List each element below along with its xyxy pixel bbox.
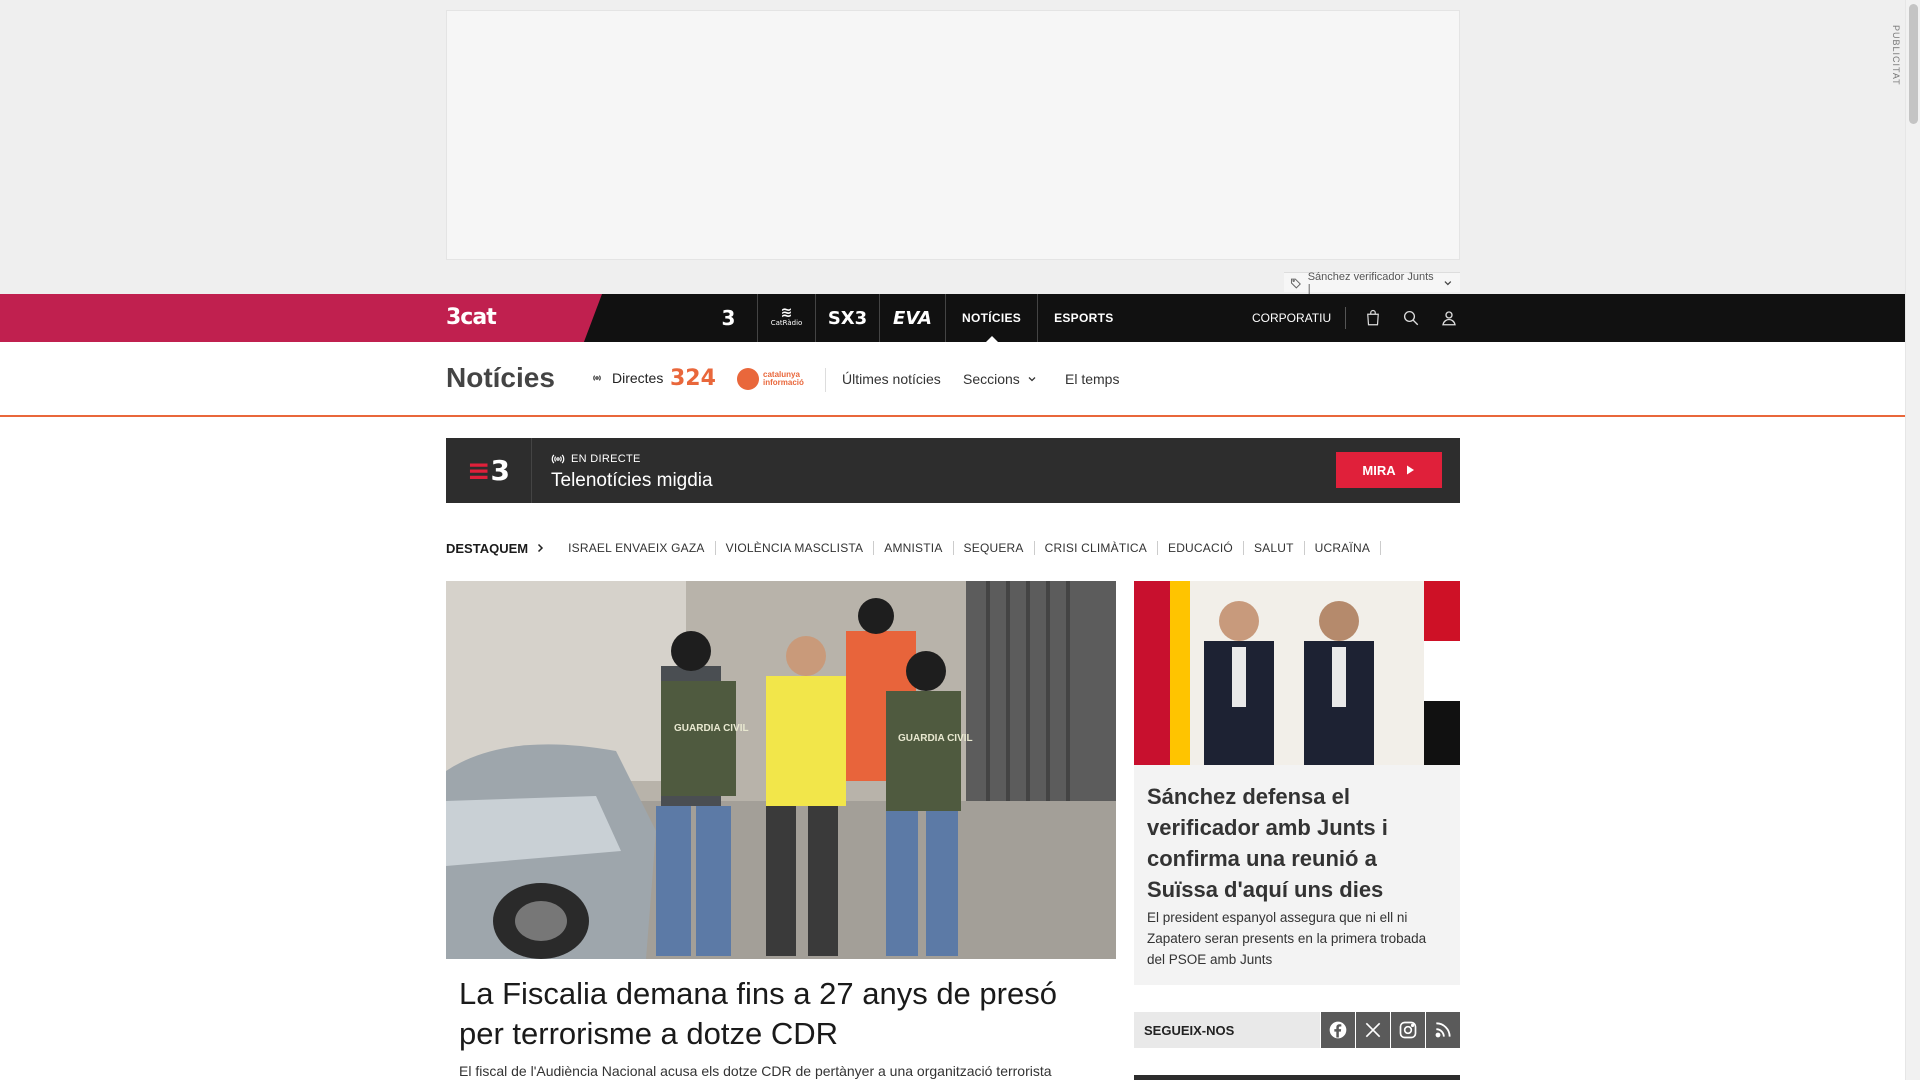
channel-eva-logo[interactable]: EVA bbox=[880, 294, 946, 342]
channel-sx3-logo[interactable]: SX3 bbox=[816, 294, 880, 342]
shopping-bag-icon bbox=[1367, 309, 1380, 326]
side-article-image[interactable] bbox=[1134, 581, 1460, 765]
live-broadcast-bar[interactable]: ≡ 3 EN DIRECTE Telenotícies migdia MIRA bbox=[446, 438, 1460, 503]
highlight-topic[interactable]: AMNISTIA bbox=[874, 541, 954, 555]
catradio-mark-icon: ≋ bbox=[780, 305, 793, 321]
weather-link[interactable]: El temps bbox=[1065, 371, 1119, 387]
arrest-photo: GUARDIA CIVIL GUARDIA CIVIL bbox=[446, 581, 1116, 959]
channel-3-mark-icon: ≡ bbox=[467, 454, 491, 487]
tag-icon bbox=[1290, 278, 1301, 289]
ad-zone: PUBLICITAT Sánchez verificador Junts | bbox=[0, 0, 1905, 295]
facebook-icon bbox=[1329, 1021, 1347, 1039]
highlight-topic[interactable]: CRISI CLIMÀTICA bbox=[1035, 541, 1158, 555]
ad-label: PUBLICITAT bbox=[1891, 25, 1901, 86]
next-section-strip bbox=[1134, 1075, 1460, 1080]
top-navigation: 3cat 3 ≋ CatRàdio SX3 EVA NOTÍCIES ESPOR… bbox=[0, 294, 1905, 342]
user-icon bbox=[1442, 311, 1456, 326]
search-button[interactable] bbox=[1392, 294, 1430, 342]
topic-tag-dropdown[interactable]: Sánchez verificador Junts | bbox=[1284, 270, 1460, 295]
topic-tag-label: Sánchez verificador Junts | bbox=[1307, 270, 1434, 295]
logo-324-text: 324 bbox=[670, 366, 716, 391]
divider bbox=[825, 368, 826, 392]
highlight-topic[interactable]: VIOLÈNCIA MASCLISTA bbox=[716, 541, 875, 555]
channel-catradio-logo[interactable]: ≋ CatRàdio bbox=[758, 294, 816, 342]
chevron-down-icon bbox=[1444, 280, 1452, 285]
x-icon bbox=[1365, 1022, 1381, 1038]
live-program-title[interactable]: Telenotícies migdia bbox=[551, 470, 713, 492]
highlights-lead[interactable]: DESTAQUEM bbox=[446, 541, 546, 556]
side-article-headline[interactable]: Sánchez defensa el verificador amb Junts… bbox=[1147, 781, 1447, 905]
photo-vest-text: GUARDIA CIVIL bbox=[674, 723, 749, 734]
live-channels-link[interactable]: Directes bbox=[590, 370, 663, 386]
user-button[interactable] bbox=[1430, 294, 1468, 342]
channel-3-logo[interactable]: 3 bbox=[700, 294, 758, 342]
highlights-bar: DESTAQUEM ISRAEL ENVAEIX GAZA VIOLÈNCIA … bbox=[446, 536, 1382, 560]
main-article-image[interactable]: GUARDIA CIVIL GUARDIA CIVIL bbox=[446, 581, 1116, 959]
follow-us-bar: SEGUEIX-NOS bbox=[1134, 1012, 1460, 1048]
broadcast-icon bbox=[593, 375, 601, 381]
broadcast-icon bbox=[551, 454, 565, 464]
scrollbar-thumb[interactable] bbox=[1909, 4, 1918, 124]
logo-324[interactable]: 324 bbox=[670, 366, 716, 391]
live-status: EN DIRECTE bbox=[551, 452, 641, 466]
watch-live-label: MIRA bbox=[1362, 462, 1396, 478]
photo-vest-text: GUARDIA CIVIL bbox=[898, 733, 973, 744]
facebook-link[interactable] bbox=[1320, 1012, 1355, 1048]
live-status-label: EN DIRECTE bbox=[571, 453, 641, 465]
chevron-down-icon bbox=[1028, 377, 1036, 382]
instagram-icon bbox=[1399, 1021, 1417, 1039]
rss-link[interactable] bbox=[1425, 1012, 1460, 1048]
highlight-topic[interactable]: SEQUERA bbox=[954, 541, 1035, 555]
brand-block bbox=[0, 294, 602, 342]
instagram-link[interactable] bbox=[1390, 1012, 1425, 1048]
watch-live-button[interactable]: MIRA bbox=[1336, 452, 1442, 488]
highlights-label: DESTAQUEM bbox=[446, 540, 529, 556]
x-link[interactable] bbox=[1355, 1012, 1390, 1048]
rss-icon bbox=[1435, 1022, 1451, 1038]
main-article-headline[interactable]: La Fiscalia demana fins a 27 anys de pre… bbox=[459, 974, 1109, 1054]
nav-link-noticies[interactable]: NOTÍCIES bbox=[946, 294, 1039, 342]
section-bar: Notícies Directes 324 catalunya informac… bbox=[0, 342, 1905, 417]
main-article-lede: El fiscal de l'Audiència Nacional acusa … bbox=[459, 1063, 1052, 1080]
page-title[interactable]: Notícies bbox=[446, 362, 555, 394]
side-article-lede: El president espanyol assegura que ni el… bbox=[1147, 910, 1427, 967]
logo-catalunya-informacio[interactable]: catalunya informació bbox=[737, 368, 811, 390]
nav-utilities: CORPORATIU bbox=[1252, 294, 1468, 342]
highlight-topic[interactable]: UCRAÏNA bbox=[1305, 541, 1382, 555]
highlight-topic[interactable]: EDUCACIÓ bbox=[1158, 541, 1244, 555]
highlight-topic[interactable]: ISRAEL ENVAEIX GAZA bbox=[558, 541, 716, 555]
channel-links: 3 ≋ CatRàdio SX3 EVA NOTÍCIES ESPORTS bbox=[700, 294, 1130, 342]
catalunya-informacio-label: catalunya informació bbox=[763, 370, 804, 387]
catradio-label: CatRàdio bbox=[770, 319, 803, 327]
logo-3cat[interactable]: 3cat bbox=[446, 305, 497, 330]
highlight-topic[interactable]: SALUT bbox=[1244, 541, 1305, 555]
sections-dropdown[interactable]: Seccions bbox=[963, 371, 1038, 387]
scrollbar[interactable] bbox=[1905, 0, 1920, 1080]
corporate-link[interactable]: CORPORATIU bbox=[1252, 307, 1347, 329]
chevron-right-icon bbox=[538, 543, 544, 553]
leaders-photo bbox=[1134, 581, 1460, 765]
live-channels-label: Directes bbox=[612, 370, 664, 386]
ad-banner[interactable]: PUBLICITAT bbox=[446, 10, 1901, 260]
catalunya-informacio-mark-icon bbox=[737, 368, 759, 390]
sections-label: Seccions bbox=[963, 371, 1020, 387]
follow-us-label: SEGUEIX-NOS bbox=[1134, 1012, 1320, 1048]
nav-link-esports[interactable]: ESPORTS bbox=[1038, 294, 1129, 342]
shop-button[interactable] bbox=[1354, 294, 1392, 342]
side-article-card[interactable]: Sánchez defensa el verificador amb Junts… bbox=[1134, 581, 1460, 985]
play-icon bbox=[1406, 465, 1414, 475]
search-icon bbox=[1404, 310, 1419, 326]
latest-news-link[interactable]: Últimes notícies bbox=[842, 371, 941, 387]
channel-3-live-logo: ≡ 3 bbox=[446, 438, 532, 503]
